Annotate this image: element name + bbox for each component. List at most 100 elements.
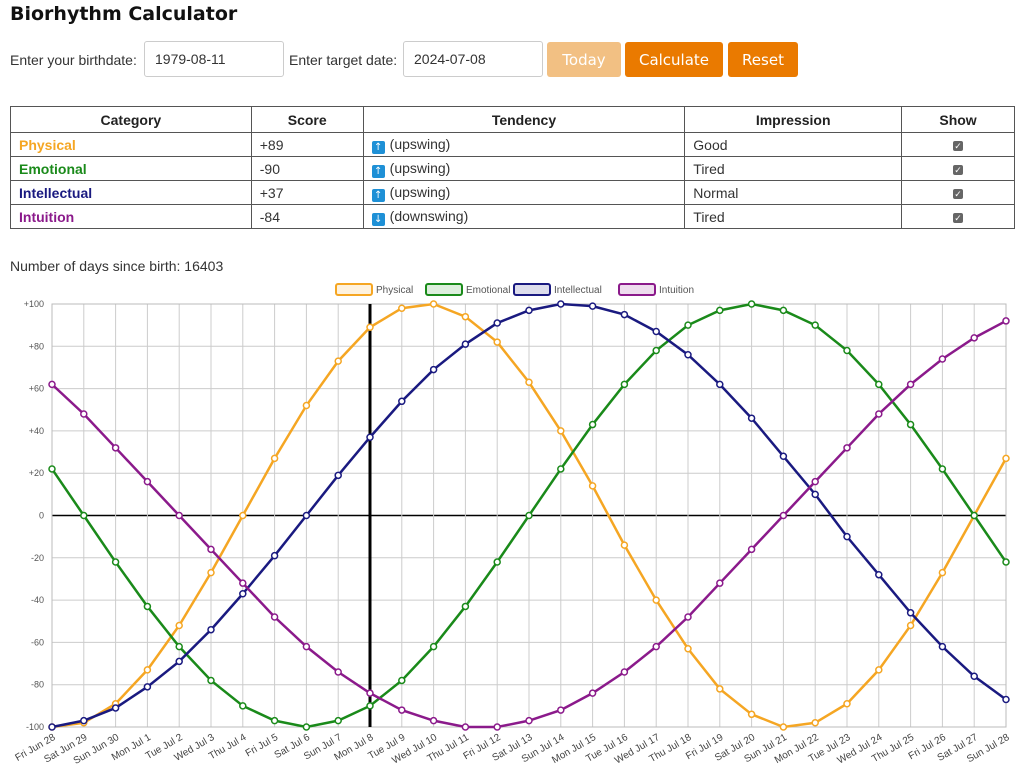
legend-label-physical[interactable]: Physical <box>376 285 413 296</box>
data-point-emotional <box>716 306 724 315</box>
header-tendency: Tendency <box>362 106 686 133</box>
data-point-intellectual <box>716 380 724 389</box>
legend-label-intellectual[interactable]: Intellectual <box>554 285 602 296</box>
legend-swatch-physical[interactable] <box>335 283 373 296</box>
days-since-birth: Number of days since birth: 16403 <box>10 258 223 274</box>
data-point-emotional <box>429 642 438 651</box>
legend-swatch-intuition[interactable] <box>618 283 656 296</box>
data-point-intellectual <box>143 683 152 691</box>
data-point-intuition <box>143 477 152 486</box>
impression-cell: Tired <box>684 156 903 181</box>
data-point-physical <box>588 482 597 490</box>
data-point-intellectual <box>366 433 374 441</box>
target-date-input[interactable] <box>403 41 543 77</box>
show-intuition-checkbox[interactable]: ✓ <box>953 212 964 223</box>
birthdate-label: Enter your birthdate: <box>10 52 137 68</box>
data-point-intuition <box>652 642 660 651</box>
biorhythm-chart: +100+80+60+40+200-20-40-60-80-100Fri Jun… <box>13 283 1012 767</box>
data-point-intellectual <box>906 609 915 617</box>
y-tick-label: -100 <box>26 722 44 732</box>
data-point-intellectual <box>779 452 788 461</box>
data-point-intellectual <box>588 302 597 310</box>
data-point-emotional <box>366 702 374 710</box>
score-cell: +89 <box>250 132 364 157</box>
data-point-intuition <box>239 579 247 587</box>
data-point-intellectual <box>684 351 692 359</box>
data-point-emotional <box>461 602 470 611</box>
score-cell: +37 <box>250 180 364 205</box>
data-point-intuition <box>207 545 215 554</box>
y-tick-label: +100 <box>24 299 44 309</box>
arrow-up-icon: ↑ <box>371 164 385 178</box>
data-point-emotional <box>557 465 565 473</box>
data-point-emotional <box>970 511 978 520</box>
data-point-emotional <box>652 346 660 355</box>
data-point-intuition <box>557 706 565 714</box>
data-point-physical <box>461 312 470 321</box>
score-cell: -90 <box>250 156 364 181</box>
data-point-intellectual <box>557 300 565 308</box>
legend-label-intuition[interactable]: Intuition <box>659 285 694 296</box>
data-point-physical <box>302 401 311 410</box>
data-point-intuition <box>461 723 470 731</box>
data-point-intellectual <box>175 657 183 666</box>
data-point-intuition <box>684 613 692 621</box>
reset-button[interactable]: Reset <box>728 42 798 77</box>
data-point-emotional <box>207 676 215 685</box>
data-point-emotional <box>684 321 692 329</box>
header-score: Score <box>250 106 364 133</box>
legend-label-emotional[interactable]: Emotional <box>466 285 510 296</box>
data-point-physical <box>334 357 342 365</box>
data-point-emotional <box>1002 558 1010 566</box>
data-point-intellectual <box>461 340 470 348</box>
data-point-intellectual <box>80 716 88 725</box>
data-point-emotional <box>302 723 311 731</box>
data-point-intuition <box>620 668 629 676</box>
today-button[interactable]: Today <box>547 42 621 77</box>
data-point-intuition <box>875 410 883 418</box>
data-point-physical <box>493 338 501 346</box>
y-tick-label: -40 <box>31 595 44 605</box>
data-point-physical <box>906 621 915 630</box>
data-point-physical <box>143 666 152 674</box>
tendency-text: (downswing) <box>389 207 469 224</box>
category-emotional: Emotional <box>10 156 252 181</box>
data-point-intellectual <box>239 590 247 598</box>
data-point-emotional <box>875 380 883 389</box>
data-point-intuition <box>747 545 756 554</box>
legend-swatch-intellectual[interactable] <box>513 283 551 296</box>
data-point-emotional <box>843 346 851 355</box>
show-physical-checkbox[interactable]: ✓ <box>953 140 964 151</box>
impression-cell: Tired <box>684 204 903 229</box>
category-physical: Physical <box>10 132 252 157</box>
data-point-intellectual <box>970 672 978 680</box>
birthdate-input[interactable] <box>144 41 284 77</box>
data-point-emotional <box>80 511 88 520</box>
legend-swatch-emotional[interactable] <box>425 283 463 296</box>
data-point-intellectual <box>493 319 501 327</box>
data-point-intuition <box>111 444 120 452</box>
data-point-physical <box>652 596 660 604</box>
y-tick-label: -60 <box>31 637 44 647</box>
data-point-emotional <box>588 420 597 429</box>
data-point-intuition <box>48 380 56 389</box>
data-point-physical <box>207 568 215 577</box>
data-point-physical <box>557 427 565 435</box>
data-point-physical <box>747 710 756 719</box>
show-cell: ✓ <box>901 180 1015 205</box>
data-point-emotional <box>398 676 406 685</box>
data-point-physical <box>366 323 374 332</box>
calculate-button[interactable]: Calculate <box>625 42 723 77</box>
data-point-physical <box>875 666 883 674</box>
header-category: Category <box>10 106 252 133</box>
data-point-intellectual <box>398 397 406 406</box>
show-emotional-checkbox[interactable]: ✓ <box>953 164 964 175</box>
show-intellectual-checkbox[interactable]: ✓ <box>953 188 964 199</box>
data-point-intellectual <box>429 365 438 374</box>
data-point-physical <box>811 719 819 727</box>
data-point-emotional <box>111 558 120 566</box>
data-point-intellectual <box>620 310 629 319</box>
data-point-intellectual <box>875 570 883 579</box>
data-point-physical <box>779 723 788 731</box>
arrow-up-icon: ↑ <box>371 140 385 154</box>
